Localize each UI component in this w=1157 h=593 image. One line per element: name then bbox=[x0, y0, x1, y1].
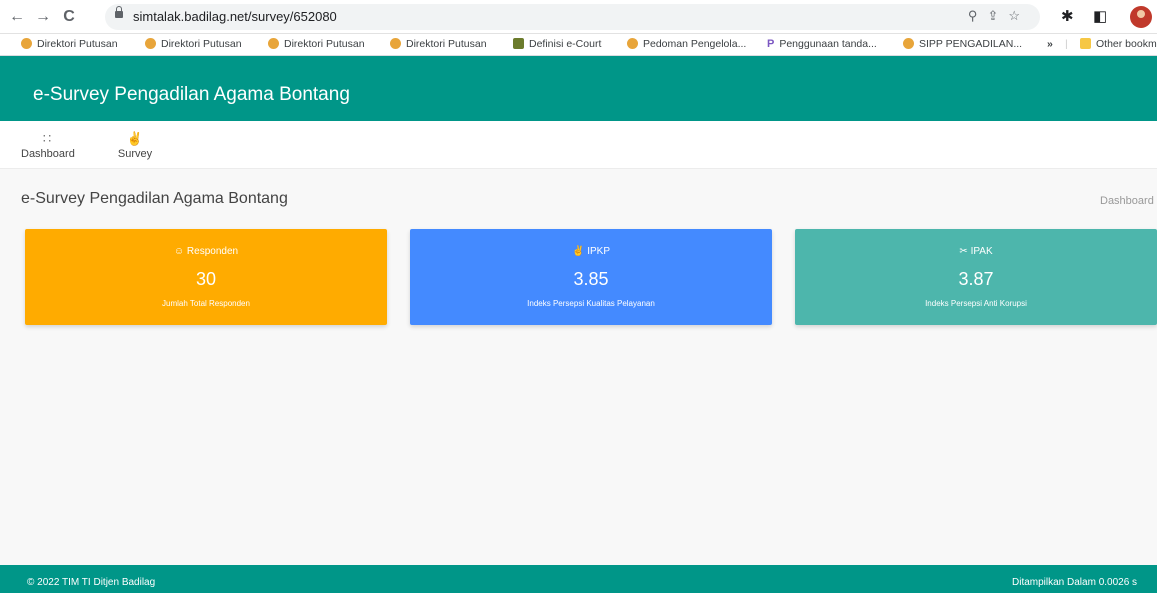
forward-arrow-icon[interactable]: → bbox=[32, 6, 54, 28]
card-subtitle: Jumlah Total Responden bbox=[162, 299, 250, 308]
address-bar[interactable]: simtalak.badilag.net/survey/652080 ⚲⇪☆ bbox=[105, 4, 1040, 30]
bookmark-item[interactable]: Pedoman Pengelola... bbox=[627, 38, 746, 50]
omnibox-actions: ⚲⇪☆ bbox=[968, 8, 1030, 24]
mahkamah-agung-icon bbox=[145, 38, 156, 49]
grid-icon: ∷ bbox=[42, 131, 52, 146]
ecourt-icon bbox=[513, 38, 524, 49]
footer-copyright: © 2022 TIM TI Ditjen Badilag bbox=[27, 577, 156, 588]
thumbs-up-icon: ✌ bbox=[126, 131, 144, 146]
mahkamah-agung-icon bbox=[903, 38, 914, 49]
scissors-icon: ✂ bbox=[959, 246, 968, 257]
share-icon[interactable]: ⇪ bbox=[987, 8, 1008, 23]
card-ipkp: ✌ IPKP 3.85 Indeks Persepsi Kualitas Pel… bbox=[410, 229, 772, 325]
zoom-icon[interactable]: ⚲ bbox=[968, 8, 988, 23]
card-value: 30 bbox=[195, 269, 217, 289]
profile-avatar[interactable] bbox=[1130, 6, 1152, 28]
bookmark-item[interactable]: SIPP PENGADILAN... bbox=[903, 38, 1022, 50]
mahkamah-agung-icon bbox=[21, 38, 32, 49]
card-label: Responden bbox=[186, 246, 239, 257]
main-menu: ∷ Dashboard ✌ Survey bbox=[0, 121, 1157, 169]
card-subtitle: Indeks Persepsi Kualitas Pelayanan bbox=[527, 299, 655, 308]
other-bookmarks-folder[interactable]: Other bookm bbox=[1080, 38, 1157, 50]
more-bookmarks-button[interactable]: » bbox=[1047, 38, 1053, 50]
mahkamah-agung-icon bbox=[390, 38, 401, 49]
reload-icon[interactable]: C bbox=[58, 6, 80, 28]
mahkamah-agung-icon bbox=[268, 38, 279, 49]
card-subtitle: Indeks Persepsi Anti Korupsi bbox=[925, 299, 1027, 308]
card-ipak: ✂ IPAK 3.87 Indeks Persepsi Anti Korupsi bbox=[795, 229, 1157, 325]
bookmark-item[interactable]: Direktori Putusan bbox=[145, 38, 242, 50]
bookmark-item[interactable]: Direktori Putusan bbox=[21, 38, 118, 50]
breadcrumb[interactable]: Dashboard bbox=[1100, 195, 1154, 207]
bookmark-item[interactable]: P Penggunaan tanda... bbox=[767, 38, 877, 50]
footer-render-time: Ditampilkan Dalam 0.0026 s bbox=[1012, 577, 1138, 588]
card-label: IPKP bbox=[587, 246, 611, 257]
extensions-puzzle-icon[interactable]: ✱ bbox=[1061, 7, 1074, 25]
card-value: 3.85 bbox=[573, 269, 609, 289]
bookmark-item[interactable]: Direktori Putusan bbox=[268, 38, 365, 50]
bookmark-item[interactable]: Direktori Putusan bbox=[390, 38, 487, 50]
menu-item-dashboard[interactable]: ∷ Dashboard bbox=[21, 131, 75, 160]
menu-item-survey[interactable]: ✌ Survey bbox=[115, 132, 155, 160]
card-label: IPAK bbox=[970, 246, 993, 257]
star-icon[interactable]: ☆ bbox=[1008, 8, 1030, 23]
card-value: 3.87 bbox=[958, 269, 994, 289]
page-footer: © 2022 TIM TI Ditjen Badilag Ditampilkan… bbox=[0, 565, 1157, 593]
page-title: e-Survey Pengadilan Agama Bontang bbox=[21, 190, 288, 207]
thumbs-up-icon: ✌ bbox=[571, 246, 585, 257]
folder-icon bbox=[1080, 38, 1091, 49]
p-icon: P bbox=[767, 38, 775, 50]
side-panel-icon[interactable]: ◧ bbox=[1093, 7, 1107, 25]
bookmark-item[interactable]: Definisi e-Court bbox=[513, 38, 601, 50]
back-arrow-icon[interactable]: ← bbox=[6, 6, 28, 28]
app-title: e-Survey Pengadilan Agama Bontang bbox=[33, 84, 350, 105]
url-text: simtalak.badilag.net/survey/652080 bbox=[133, 9, 337, 24]
lock-icon bbox=[115, 6, 123, 18]
mahkamah-agung-icon bbox=[627, 38, 638, 49]
bookmarks-bar: Direktori Putusan Direktori Putusan Dire… bbox=[0, 34, 1157, 56]
user-icon: ☺ bbox=[173, 246, 185, 257]
browser-toolbar: ← → C simtalak.badilag.net/survey/652080… bbox=[0, 0, 1157, 34]
app-header: e-Survey Pengadilan Agama Bontang bbox=[0, 56, 1157, 121]
bookmarks-divider: | bbox=[1065, 38, 1068, 50]
card-responden: ☺ Responden 30 Jumlah Total Responden bbox=[25, 229, 387, 325]
